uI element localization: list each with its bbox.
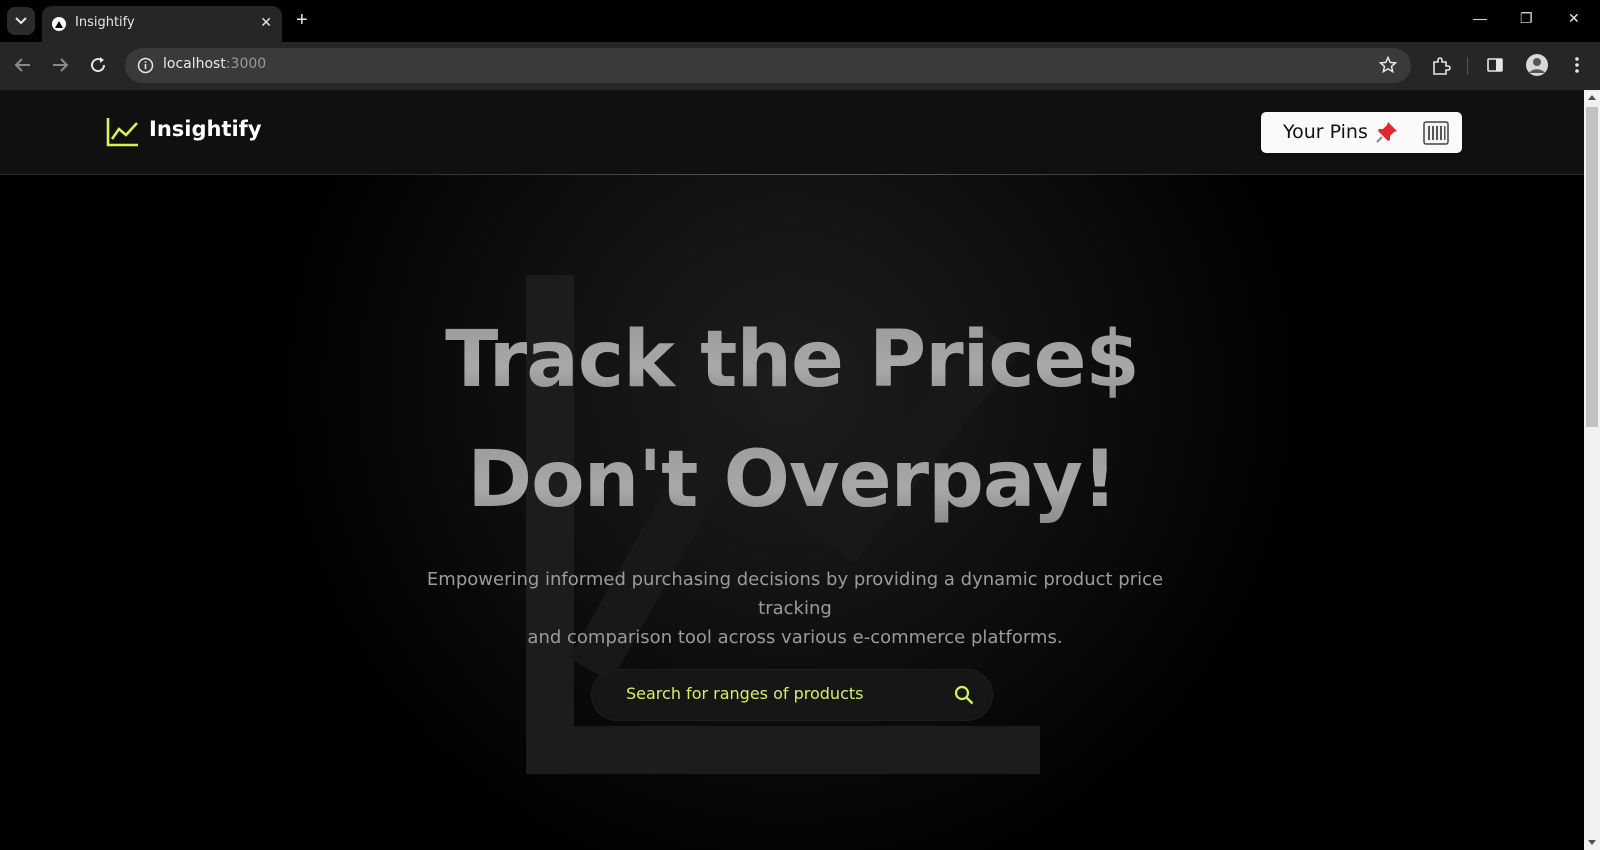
page-viewport: Insightify Your Pins Track the Price$ Do…: [0, 90, 1584, 850]
pushpin-icon: [1376, 122, 1397, 143]
site-navbar: Insightify Your Pins: [0, 90, 1584, 175]
address-bar[interactable]: localhost:3000: [125, 48, 1411, 83]
vertical-scrollbar[interactable]: [1584, 90, 1600, 850]
back-arrow-icon[interactable]: [14, 56, 32, 74]
hero-subtitle-line1: Empowering informed purchasing decisions…: [426, 569, 1164, 619]
browser-tab-bar: Insightify ✕ + — ❐ ✕: [0, 0, 1600, 42]
side-panel-icon[interactable]: [1486, 56, 1504, 74]
chevron-down-icon: [15, 17, 27, 25]
profile-avatar-icon[interactable]: [1525, 53, 1549, 77]
triangle-favicon-icon: [52, 17, 66, 31]
hero-subtitle-line2: and comparison tool across various e-com…: [527, 627, 1063, 648]
tab-search-button[interactable]: [7, 7, 35, 35]
close-tab-icon[interactable]: ✕: [260, 14, 272, 31]
url-text: localhost:3000: [163, 56, 267, 72]
your-pins-button[interactable]: Your Pins: [1261, 112, 1462, 153]
toolbar-divider: [1467, 57, 1468, 75]
brand-name[interactable]: Insightify: [149, 117, 262, 141]
browser-tab[interactable]: Insightify ✕: [42, 6, 282, 42]
scrollbar-thumb[interactable]: [1586, 107, 1598, 427]
tab-title: Insightify: [75, 15, 135, 30]
product-search-box: [592, 670, 992, 720]
minimize-icon[interactable]: —: [1473, 10, 1487, 26]
hero-subtitle: Empowering informed purchasing decisions…: [400, 565, 1190, 652]
extensions-puzzle-icon[interactable]: [1431, 56, 1451, 76]
hero-title-line2: Don't Overpay!: [0, 435, 1584, 525]
your-pins-label: Your Pins: [1283, 121, 1368, 143]
new-tab-plus-icon[interactable]: +: [296, 9, 308, 31]
window-close-icon[interactable]: ✕: [1568, 10, 1580, 27]
restore-icon[interactable]: ❐: [1520, 10, 1533, 27]
more-menu-icon[interactable]: [1574, 56, 1580, 74]
scroll-down-arrow-icon[interactable]: [1588, 840, 1596, 845]
browser-toolbar: localhost:3000: [0, 42, 1600, 90]
forward-arrow-icon[interactable]: [51, 56, 69, 74]
hero-title-line1: Track the Price$: [0, 315, 1584, 405]
search-input[interactable]: [624, 683, 928, 704]
scroll-up-arrow-icon[interactable]: [1588, 95, 1596, 100]
reload-icon[interactable]: [89, 56, 107, 74]
site-info-icon[interactable]: [137, 57, 154, 74]
navbar-divider: [360, 174, 1280, 175]
pinned-list-icon: [1423, 121, 1449, 145]
line-chart-logo-icon[interactable]: [106, 117, 140, 147]
bookmark-star-icon[interactable]: [1379, 56, 1397, 74]
search-icon[interactable]: [954, 685, 974, 705]
